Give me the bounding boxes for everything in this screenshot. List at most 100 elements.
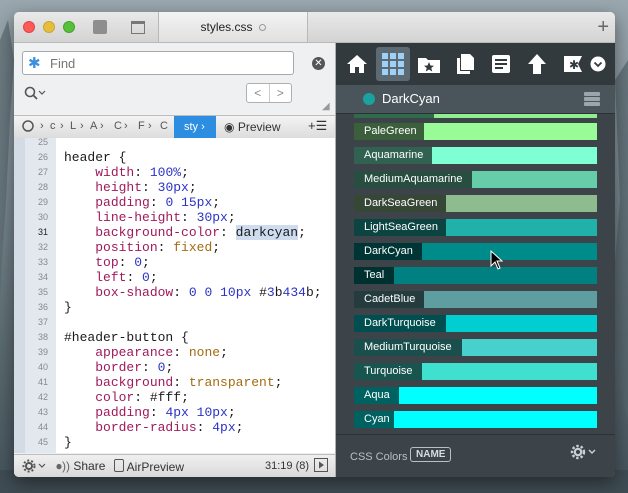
color-row[interactable]: Turquoise: [354, 363, 597, 380]
code-line[interactable]: 36}: [14, 300, 335, 315]
gear-icon: [22, 459, 46, 473]
text-lines-icon: [492, 55, 510, 73]
color-row[interactable]: DarkTurquoise: [354, 315, 597, 332]
code-line[interactable]: 28 height: 30px;: [14, 180, 335, 195]
run-button[interactable]: [314, 458, 328, 475]
color-row[interactable]: DarkCyan: [354, 243, 597, 260]
code-text: padding: 0 15px;: [95, 195, 221, 210]
share-icon: ⦁)): [56, 459, 70, 473]
clear-find-button[interactable]: ✕: [312, 57, 325, 70]
list-view-button[interactable]: [584, 92, 600, 111]
format-badge-button[interactable]: NAME: [410, 447, 452, 462]
breadcrumb-item[interactable]: C: [160, 120, 168, 132]
code-line[interactable]: 40 border: 0;: [14, 360, 335, 375]
code-text: }: [64, 300, 72, 315]
more-menu-button[interactable]: [586, 47, 610, 81]
zoom-window-button[interactable]: [63, 21, 75, 33]
find-input[interactable]: [46, 55, 284, 71]
code-line[interactable]: 32 position: fixed;: [14, 240, 335, 255]
selected-color-name: DarkCyan: [382, 91, 440, 106]
share-button[interactable]: ⦁)) Share: [56, 459, 105, 474]
preview-button[interactable]: ◉ Preview: [224, 120, 281, 134]
clips-button[interactable]: ✱: [556, 47, 590, 81]
sidebar-panel: ✱ DarkCyan PaleGreen Aquamarine MediumAqua…: [336, 43, 615, 477]
breadcrumb-item[interactable]: ›: [40, 120, 44, 132]
code-line[interactable]: 35 box-shadow: 0 0 10px #3b434b;: [14, 285, 335, 300]
tab-styles-css[interactable]: styles.css: [158, 12, 308, 42]
panel-toggle-button[interactable]: [125, 17, 151, 37]
code-line[interactable]: 37: [14, 315, 335, 330]
breadcrumb-item[interactable]: c: [50, 120, 56, 132]
code-line[interactable]: 31 background-color: darkcyan;: [14, 225, 335, 240]
code-line[interactable]: 30 line-height: 30px;: [14, 210, 335, 225]
code-line[interactable]: 39 appearance: none;: [14, 345, 335, 360]
code-text: border-radius: 4px;: [95, 420, 244, 435]
color-row[interactable]: Cyan: [354, 411, 597, 428]
device-icon: [114, 459, 124, 472]
color-name: Teal: [354, 267, 394, 284]
color-row[interactable]: Teal: [354, 267, 597, 284]
settings-menu-button[interactable]: [22, 459, 48, 476]
breadcrumb-separator: ›: [60, 120, 64, 132]
text-snippets-button[interactable]: [484, 47, 518, 81]
breadcrumb-root-icon[interactable]: [22, 120, 34, 135]
line-number: 32: [37, 242, 48, 252]
close-window-button[interactable]: [23, 21, 35, 33]
code-line[interactable]: 42 color: #fff;: [14, 390, 335, 405]
publish-button[interactable]: [520, 47, 554, 81]
find-next-button[interactable]: >: [270, 84, 292, 102]
color-row-partial[interactable]: [354, 114, 597, 118]
gear-icon: [570, 444, 596, 460]
code-editor[interactable]: 25 26 header {27 width: 100%; 28 height: 30…: [14, 138, 335, 453]
code-line[interactable]: 34 left: 0;: [14, 270, 335, 285]
code-line[interactable]: 27 width: 100%;: [14, 165, 335, 180]
code-line[interactable]: 26 header {: [14, 150, 335, 165]
panel-settings-button[interactable]: [570, 443, 598, 466]
color-row[interactable]: MediumAquamarine: [354, 171, 597, 188]
line-number: 25: [37, 138, 48, 147]
line-number: 27: [37, 167, 48, 177]
sidebar-toggle-button[interactable]: [87, 17, 113, 37]
code-navigator-menu-button[interactable]: +☰: [308, 118, 327, 134]
breadcrumb-active-item[interactable]: sty ›: [174, 116, 216, 138]
minimize-window-button[interactable]: [43, 21, 55, 33]
airpreview-button[interactable]: AirPreview: [114, 459, 184, 474]
code-line[interactable]: 43 padding: 4px 10px;: [14, 405, 335, 420]
color-row[interactable]: CadetBlue: [354, 291, 597, 308]
color-swatch-bar: [446, 219, 597, 236]
code-line[interactable]: 25: [14, 138, 335, 150]
color-name: DarkSeaGreen: [354, 195, 446, 212]
home-button[interactable]: [340, 47, 374, 81]
unsaved-dot-icon: [258, 23, 266, 31]
breadcrumb-item[interactable]: A: [90, 120, 97, 132]
code-line[interactable]: 33 top: 0;: [14, 255, 335, 270]
breadcrumb-item[interactable]: C: [114, 120, 122, 132]
color-row[interactable]: MediumTurquoise: [354, 339, 597, 356]
code-line[interactable]: 38 #header-button {: [14, 330, 335, 345]
cursor-position: 31:19 (8): [265, 460, 310, 472]
breadcrumb-item[interactable]: F: [138, 120, 145, 132]
color-swatch-bar: [424, 123, 597, 140]
color-row[interactable]: LightSeaGreen: [354, 219, 597, 236]
color-row[interactable]: PaleGreen: [354, 123, 597, 140]
resize-grip-icon[interactable]: ◢: [322, 101, 330, 112]
line-number: 45: [37, 437, 48, 447]
color-row[interactable]: DarkSeaGreen: [354, 195, 597, 212]
code-line[interactable]: 29 padding: 0 15px;: [14, 195, 335, 210]
code-line[interactable]: 41 background: transparent;: [14, 375, 335, 390]
documents-button[interactable]: [448, 47, 482, 81]
find-previous-button[interactable]: <: [247, 84, 270, 102]
color-row[interactable]: Aqua: [354, 387, 597, 404]
new-tab-button[interactable]: +: [597, 15, 609, 39]
breadcrumb-item[interactable]: L: [70, 120, 76, 132]
bookmarks-folder-button[interactable]: [412, 47, 446, 81]
search-options-button[interactable]: [24, 86, 46, 103]
color-swatch-bar: [422, 243, 597, 260]
colors-grid-button[interactable]: [376, 47, 410, 81]
code-text: border: 0;: [95, 360, 174, 375]
code-line[interactable]: 44 border-radius: 4px;: [14, 420, 335, 435]
flag-asterisk-icon: ✱: [564, 56, 582, 72]
color-row[interactable]: Aquamarine: [354, 147, 597, 164]
code-line[interactable]: 45}: [14, 435, 335, 450]
find-field[interactable]: ✱: [22, 51, 294, 75]
